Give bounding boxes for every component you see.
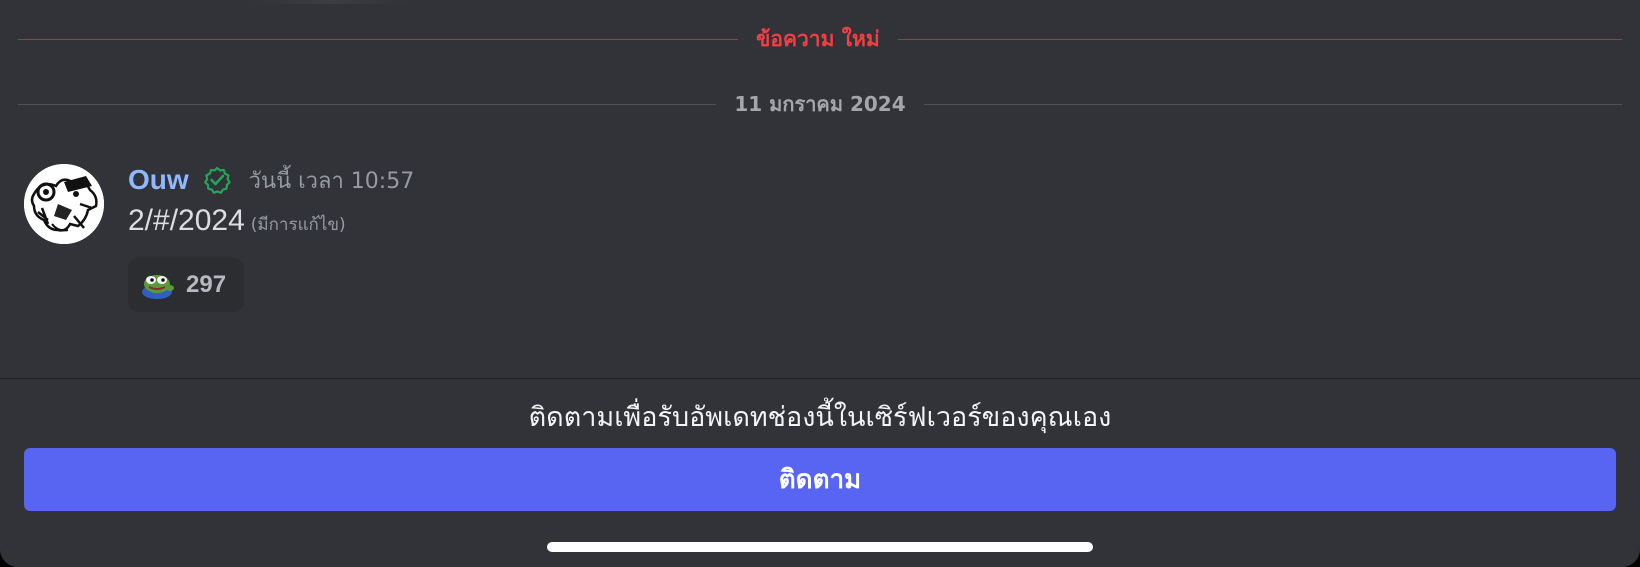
message-content: 2/#/2024 (มีการแก้ไข) (128, 204, 346, 238)
app-screen: ข้อความ ใหม่ 11 มกราคม 2024 Ouw วันนี้ เ… (0, 0, 1640, 567)
follow-panel: ติดตามเพื่อรับอัพเดทช่องนี้ในเซิร์ฟเวอร์… (0, 378, 1640, 567)
divider-line (897, 38, 1622, 40)
divider-line (18, 103, 717, 105)
home-indicator[interactable] (547, 542, 1093, 552)
reaction-button[interactable]: 297 (128, 258, 244, 312)
new-messages-label: ข้อความ ใหม่ (756, 26, 880, 51)
date-label: 11 มกราคม 2024 (734, 92, 906, 116)
follow-button[interactable]: ติดตาม (24, 448, 1616, 511)
message-text: 2/#/2024 (128, 204, 245, 237)
message-item[interactable]: Ouw วันนี้ เวลา 10:57 2/#/2024 (มีการแก้… (24, 162, 1616, 322)
message-header: Ouw วันนี้ เวลา 10:57 (128, 162, 414, 198)
verified-check-icon (203, 166, 231, 194)
divider-line (923, 103, 1622, 105)
pepe-frog-emoji-icon (140, 270, 176, 300)
author-name[interactable]: Ouw (128, 164, 189, 196)
date-divider: 11 มกราคม 2024 (18, 89, 1622, 119)
follow-prompt-text: ติดตามเพื่อรับอัพเดทช่องนี้ในเซิร์ฟเวอร์… (528, 402, 1112, 433)
new-messages-divider: ข้อความ ใหม่ (18, 24, 1622, 54)
divider-line (18, 38, 738, 40)
edited-label: (มีการแก้ไข) (250, 215, 346, 235)
reaction-count: 297 (186, 271, 227, 298)
message-timestamp: วันนี้ เวลา 10:57 (248, 168, 415, 194)
avatar-image-icon (24, 164, 104, 244)
top-fade (250, 0, 410, 4)
avatar[interactable] (24, 164, 104, 244)
